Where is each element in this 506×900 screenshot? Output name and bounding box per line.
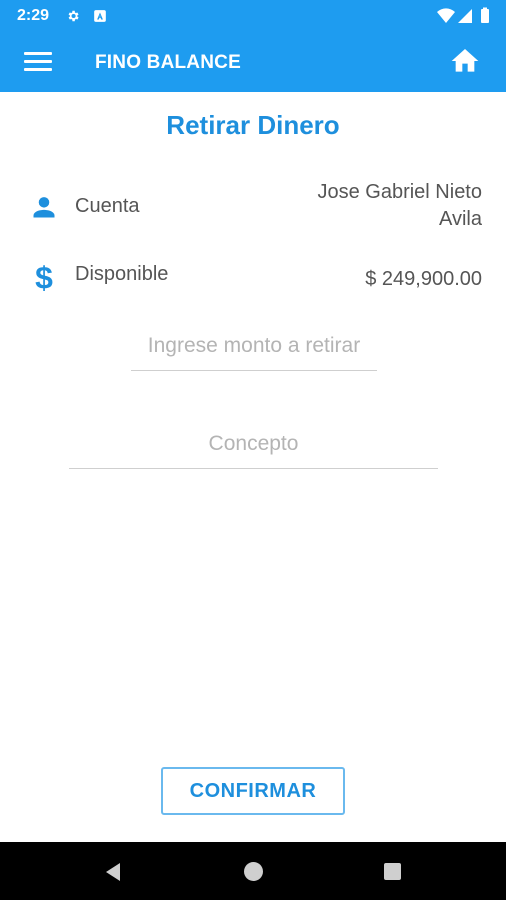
battery-icon [481, 7, 489, 23]
app-bar: FINO BALANCE [0, 32, 506, 92]
person-icon [33, 197, 55, 218]
status-icons [437, 7, 489, 23]
svg-text:$: $ [35, 260, 53, 294]
available-label: Disponible [75, 263, 169, 285]
settings-gear-icon [68, 10, 79, 22]
system-nav-bar [0, 842, 506, 900]
amount-input[interactable] [131, 330, 377, 371]
home-icon[interactable] [448, 45, 482, 77]
dollar-icon: $ [35, 260, 53, 294]
back-icon[interactable] [104, 862, 122, 882]
status-bar: 2:29 [0, 0, 506, 32]
recents-square-icon[interactable] [384, 863, 401, 880]
account-value-line2: Avila [439, 208, 482, 230]
notification-a-icon [94, 10, 106, 22]
account-value-line1: Jose Gabriel Nieto [317, 181, 482, 203]
menu-icon[interactable] [22, 49, 54, 75]
account-value: Jose Gabriel Nieto Avila [317, 179, 482, 233]
confirm-button[interactable]: CONFIRMAR [161, 767, 345, 815]
status-time: 2:29 [17, 7, 50, 24]
app-title: FINO BALANCE [95, 52, 241, 73]
page-title: Retirar Dinero [166, 110, 340, 140]
available-value: $ 249,900.00 [365, 268, 482, 290]
concept-input[interactable] [69, 428, 438, 469]
home-circle-icon[interactable] [244, 862, 263, 881]
signal-icon [458, 9, 472, 23]
account-label: Cuenta [75, 195, 140, 217]
wifi-icon [437, 8, 455, 23]
